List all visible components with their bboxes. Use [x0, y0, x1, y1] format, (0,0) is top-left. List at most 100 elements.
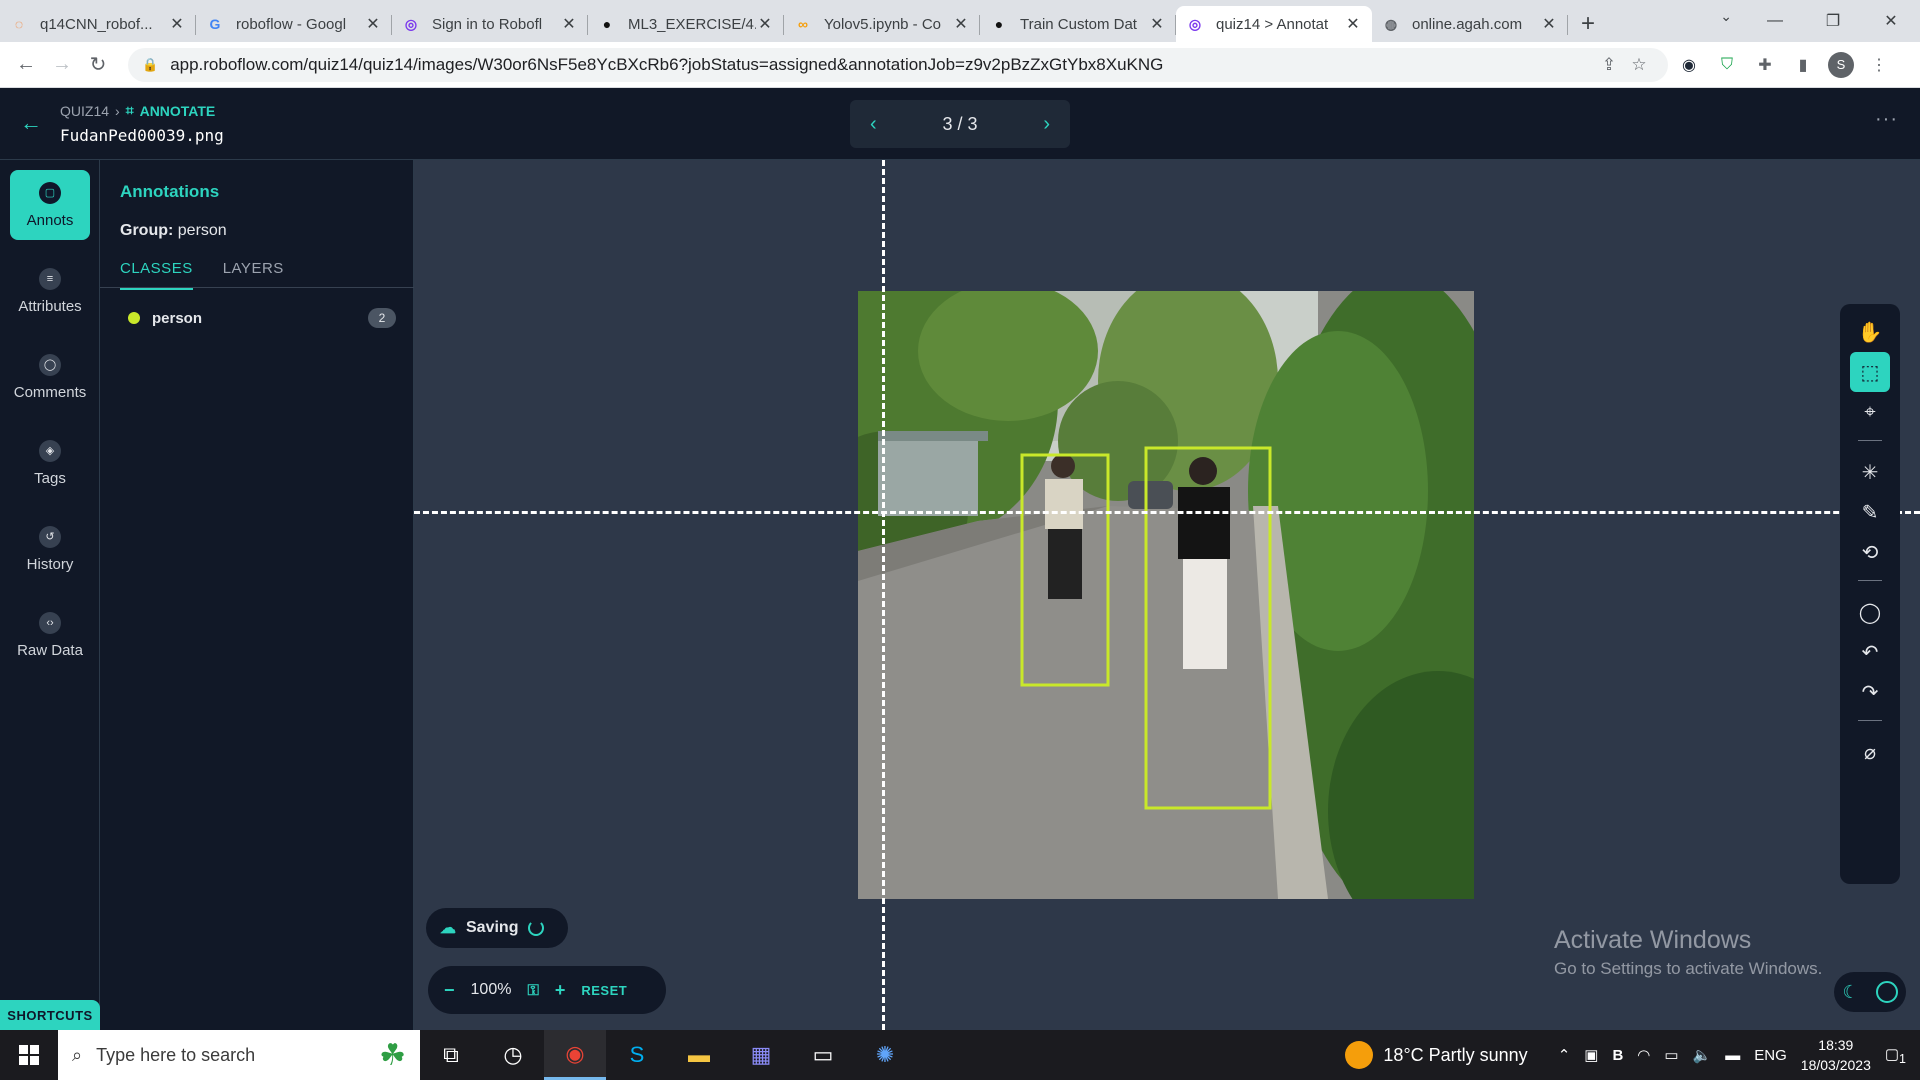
profile-avatar[interactable]: S — [1824, 48, 1858, 82]
back-icon[interactable]: ← — [8, 47, 44, 83]
previous-image-icon[interactable]: ‹ — [870, 113, 877, 136]
browser-tab[interactable]: ● Train Custom Dat ✕ — [980, 6, 1176, 42]
back-arrow-icon[interactable]: ← — [20, 110, 42, 136]
tab-title: quiz14 > Annotat — [1216, 15, 1329, 33]
comment-tool-icon[interactable]: ◯ — [1850, 592, 1890, 632]
null-annotation-icon[interactable]: ⌀ — [1850, 732, 1890, 772]
paint-icon[interactable]: ✺ — [854, 1030, 916, 1080]
browser-tab[interactable]: ∞ Yolov5.ipynb - Co ✕ — [784, 6, 980, 42]
wifi-icon[interactable]: ◠ — [1637, 1046, 1650, 1064]
taskbar-search[interactable]: ⌕ Type here to search ☘ — [58, 1030, 420, 1080]
share-icon[interactable]: ⇪ — [1594, 55, 1624, 75]
browser-tab-active[interactable]: ◎ quiz14 > Annotat ✕ — [1176, 6, 1372, 42]
close-tab-icon[interactable]: ✕ — [1344, 14, 1362, 34]
notifications-icon[interactable]: ▢1 — [1885, 1045, 1906, 1066]
url-text[interactable]: app.roboflow.com/quiz14/quiz14/images/W3… — [170, 55, 1594, 75]
terminal-icon[interactable]: ▭ — [792, 1030, 854, 1080]
file-explorer-icon[interactable]: ▬ — [668, 1030, 730, 1080]
browser-tab[interactable]: ◌ q14CNN_robof... ✕ — [0, 6, 196, 42]
new-tab-button[interactable]: + — [1568, 6, 1608, 42]
theme-toggle[interactable]: ☾ — [1834, 972, 1906, 1012]
bookmark-star-icon[interactable]: ☆ — [1624, 55, 1654, 75]
shield-extension-icon[interactable]: ⛉ — [1710, 48, 1744, 82]
task-view-icon[interactable]: ⧉ — [420, 1030, 482, 1080]
lock-icon[interactable]: 🔒 — [142, 57, 158, 73]
lock-zoom-icon[interactable]: ⚿ — [527, 982, 538, 999]
annotation-canvas[interactable]: ☁ Saving − 100% ⚿ + RESET ✋ ⬚ ⌖ ✳ ✎ ⟲ ◯ … — [414, 160, 1920, 1030]
close-tab-icon[interactable]: ✕ — [1540, 14, 1558, 34]
pan-hand-icon[interactable]: ✋ — [1850, 312, 1890, 352]
saving-status: ☁ Saving — [426, 908, 568, 948]
rail-item-raw-data[interactable]: ‹› Raw Data — [10, 600, 90, 670]
rail-item-attributes[interactable]: ≡ Attributes — [10, 256, 90, 326]
breadcrumb-project[interactable]: QUIZ14 — [60, 103, 109, 119]
address-bar[interactable]: 🔒 app.roboflow.com/quiz14/quiz14/images/… — [128, 47, 1668, 82]
zoom-in-button[interactable]: + — [555, 980, 566, 1001]
polygon-tool-icon[interactable]: ⌖ — [1850, 392, 1890, 432]
side-panel-icon[interactable]: ▮ — [1786, 48, 1820, 82]
more-options-icon[interactable]: ··· — [1875, 108, 1898, 131]
bold-app-icon[interactable]: B — [1612, 1047, 1623, 1064]
browser-tab[interactable]: ● ML3_EXERCISE/4. ✕ — [588, 6, 784, 42]
tab-title: Train Custom Dat — [1020, 15, 1137, 33]
browser-menu-icon[interactable]: ⋮ — [1862, 48, 1896, 82]
zoom-out-button[interactable]: − — [444, 980, 455, 1001]
extension-icon[interactable]: ◉ — [1672, 48, 1706, 82]
tab-classes[interactable]: CLASSES — [120, 260, 193, 290]
browser-tab[interactable]: ◎ Sign in to Robofl ✕ — [392, 6, 588, 42]
roboflow-icon: ◎ — [404, 15, 418, 32]
repeat-previous-icon[interactable]: ⟲ — [1850, 532, 1890, 572]
battery-icon[interactable]: ▭ — [1664, 1046, 1678, 1064]
clock[interactable]: 18:39 18/03/2023 — [1801, 1035, 1871, 1075]
close-window-icon[interactable]: ✕ — [1862, 0, 1920, 42]
weather-widget[interactable]: 18°C Partly sunny — [1345, 1041, 1528, 1069]
redo-icon[interactable]: ↷ — [1850, 672, 1890, 712]
tab-layers[interactable]: LAYERS — [223, 260, 284, 290]
class-row-person[interactable]: person 2 — [120, 306, 396, 330]
close-tab-icon[interactable]: ✕ — [168, 14, 186, 34]
minimize-icon[interactable]: — — [1746, 0, 1804, 42]
next-image-icon[interactable]: › — [1043, 113, 1050, 136]
forward-icon[interactable]: → — [44, 47, 80, 83]
app-grid-icon[interactable]: ▦ — [730, 1030, 792, 1080]
reload-icon[interactable]: ↻ — [80, 47, 116, 83]
skype-icon[interactable]: S — [606, 1030, 668, 1080]
smart-polygon-icon[interactable]: ✳ — [1850, 452, 1890, 492]
meet-icon[interactable]: ▣ — [1584, 1046, 1598, 1064]
maximize-icon[interactable]: ❐ — [1804, 0, 1862, 42]
list-icon: ≡ — [39, 267, 61, 290]
rail-item-history[interactable]: ↺ History — [10, 514, 90, 584]
watermark-title: Activate Windows — [1554, 926, 1752, 954]
rail-item-tags[interactable]: ◈ Tags — [10, 428, 90, 498]
start-button[interactable] — [0, 1030, 58, 1080]
bounding-box-tool-icon[interactable]: ⬚ — [1850, 352, 1890, 392]
tab-search-icon[interactable]: ⌄ — [1720, 8, 1732, 25]
reset-zoom-button[interactable]: RESET — [581, 983, 627, 998]
close-tab-icon[interactable]: ✕ — [364, 14, 382, 34]
clock-app-icon[interactable]: ◷ — [482, 1030, 544, 1080]
browser-tab[interactable]: Groboflow - Googl ✕ — [196, 6, 392, 42]
chevron-up-icon[interactable]: ⌃ — [1558, 1046, 1571, 1064]
browser-toolbar: ← → ↻ 🔒 app.roboflow.com/quiz14/quiz14/i… — [0, 42, 1920, 88]
system-tray: 18°C Partly sunny ⌃ ▣ B ◠ ▭ 🔈 ▬ ENG 18:3… — [1345, 1030, 1920, 1080]
close-tab-icon[interactable]: ✕ — [1148, 14, 1166, 34]
close-tab-icon[interactable]: ✕ — [560, 14, 578, 34]
file-name: FudanPed00039.png — [60, 126, 224, 145]
undo-icon[interactable]: ↶ — [1850, 632, 1890, 672]
volume-icon[interactable]: 🔈 — [1693, 1046, 1712, 1064]
close-tab-icon[interactable]: ✕ — [756, 14, 774, 34]
toolbar-divider — [1858, 580, 1882, 581]
chrome-icon[interactable]: ◉ — [544, 1030, 606, 1080]
magic-wand-icon[interactable]: ✎ — [1850, 492, 1890, 532]
screen: ◌ q14CNN_robof... ✕ Groboflow - Googl ✕ ◎ Si… — [0, 0, 1920, 1080]
rail-item-annots[interactable]: ▢ Annots — [10, 170, 90, 240]
shortcuts-button[interactable]: SHORTCUTS — [0, 1000, 100, 1030]
tab-title: Yolov5.ipynb - Co — [824, 15, 942, 33]
image-under-annotation[interactable] — [858, 291, 1474, 899]
puzzle-icon[interactable]: ✚ — [1748, 48, 1782, 82]
browser-tab[interactable]: ◍ online.agah.com ✕ — [1372, 6, 1568, 42]
close-tab-icon[interactable]: ✕ — [952, 14, 970, 34]
power-icon[interactable]: ▬ — [1725, 1047, 1740, 1064]
rail-item-comments[interactable]: ◯ Comments — [10, 342, 90, 412]
language-indicator[interactable]: ENG — [1754, 1047, 1787, 1064]
